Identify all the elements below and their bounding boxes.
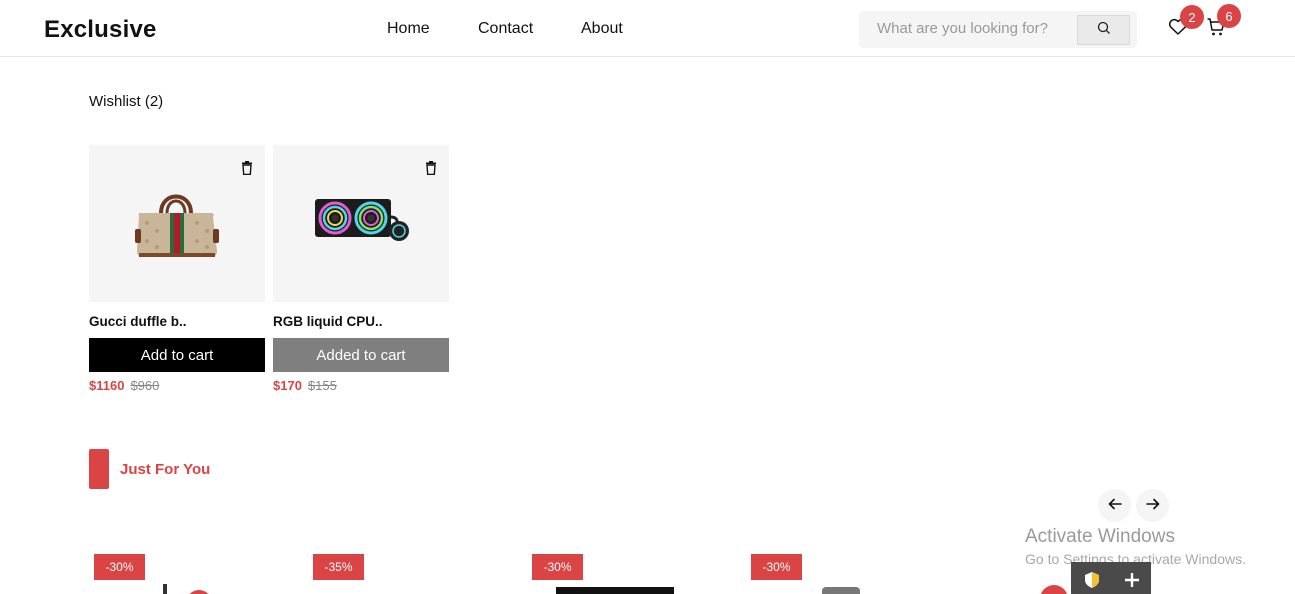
search-input[interactable] [877,20,1049,37]
product-name[interactable]: Gucci duffle b.. [89,314,187,329]
wishlist-card: Gucci duffle b.. Add to cart $1160 $960 [89,145,265,393]
arrow-left-icon [1108,497,1122,515]
nav-about[interactable]: About [581,20,623,38]
old-price: $960 [130,378,160,393]
added-to-cart-button[interactable]: Added to cart [273,338,449,372]
logo[interactable]: Exclusive [44,16,157,44]
product-image-area[interactable] [89,145,265,302]
section-marker [89,449,109,489]
wishlist-count-badge: 2 [1180,5,1204,29]
arrow-right-icon [1145,497,1160,515]
product-thumbnail [163,584,167,594]
trash-icon[interactable] [425,161,437,176]
search-box [859,11,1137,48]
cart-count-badge: 6 [1217,4,1241,28]
discount-badge: -30% [94,554,145,580]
product-image-area[interactable] [273,145,449,302]
product-price: $170 $155 [273,378,337,393]
activate-windows-title: Activate Windows [1025,526,1175,547]
discount-badge: -35% [313,554,364,580]
shield-icon[interactable] [1083,571,1101,594]
old-price: $155 [307,378,337,393]
main-nav: Home Contact About [387,20,623,38]
discount-badge: -30% [751,554,802,580]
search-button[interactable] [1077,15,1130,45]
wishlist-heart-button[interactable] [186,590,212,594]
current-price: $1160 [89,378,125,393]
rgb-liquid-cpu-cooler-image [313,197,411,250]
plus-icon[interactable] [1124,572,1140,593]
top-header: Exclusive Home Contact About 2 6 [0,0,1295,57]
add-to-cart-button[interactable]: Add to cart [89,338,265,372]
product-name[interactable]: RGB liquid CPU.. [273,314,383,329]
prev-arrow-button[interactable] [1098,489,1131,522]
product-thumbnail [556,587,674,594]
trash-icon[interactable] [241,161,253,176]
floating-toolbar [1071,562,1151,594]
next-arrow-button[interactable] [1136,489,1169,522]
search-icon [1097,21,1111,40]
current-price: $170 [273,378,302,393]
wishlist-card: RGB liquid CPU.. Added to cart $170 $155 [273,145,449,393]
wishlist-title: Wishlist (2) [89,93,164,110]
product-thumbnail [822,587,860,594]
discount-badge: -30% [532,554,583,580]
wishlist-heart-button[interactable] [1040,585,1068,594]
section-label: Just For You [120,461,211,478]
product-price: $1160 $960 [89,378,159,393]
nav-home[interactable]: Home [387,20,478,38]
nav-contact[interactable]: Contact [478,20,581,38]
gucci-duffle-bag-image [127,185,227,265]
